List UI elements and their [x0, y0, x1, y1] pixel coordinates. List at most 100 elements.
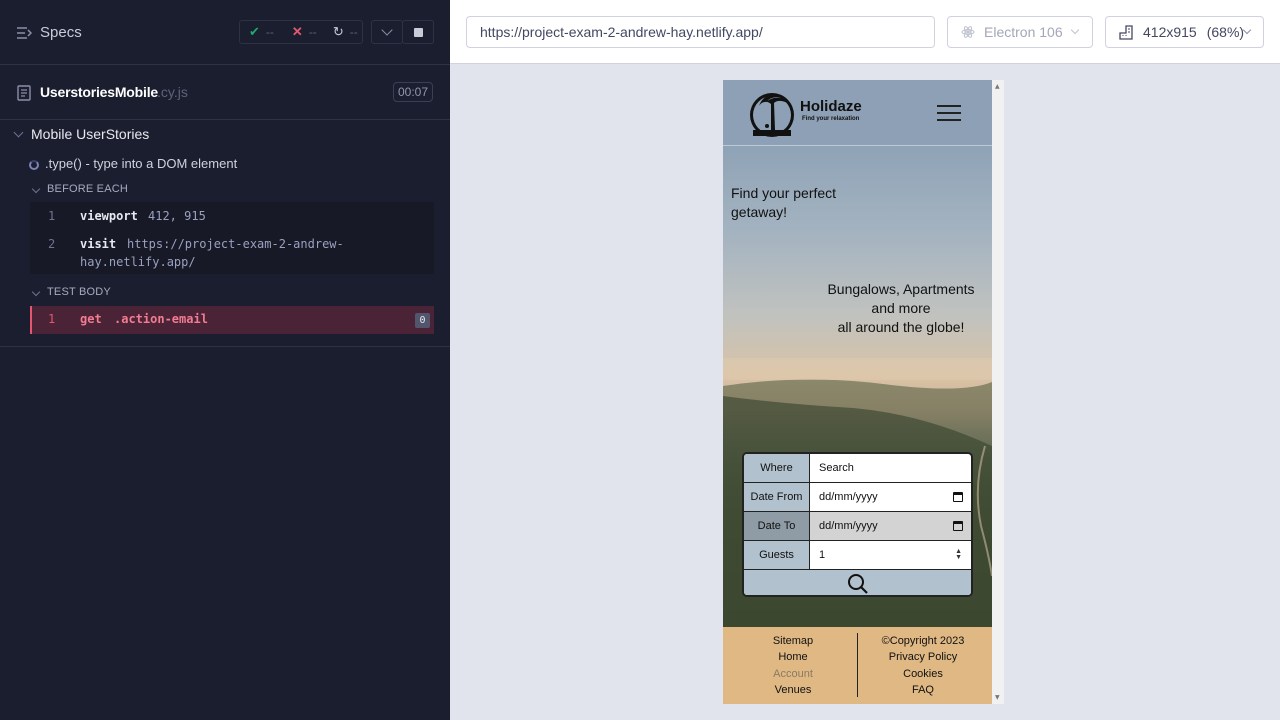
date-to-value: dd/mm/yyyy [819, 520, 878, 532]
command-number: 2 [48, 237, 56, 251]
palm-tree-logo-icon[interactable] [745, 86, 799, 140]
pending-stat: ↻ -- [332, 24, 358, 39]
command-message: .action-email [114, 312, 208, 326]
footer-link-sitemap[interactable]: Sitemap [753, 633, 833, 649]
command-name: get [80, 312, 102, 326]
date-to-input[interactable]: dd/mm/yyyy [810, 512, 971, 540]
hero-headline: Find your perfect getaway! [731, 185, 837, 220]
chevron-down-icon [381, 24, 393, 36]
footer-link-faq[interactable]: FAQ [868, 682, 978, 698]
failed-stat: ✕ -- [291, 24, 317, 39]
divider [0, 346, 450, 347]
document-icon [17, 85, 31, 101]
guests-row: Guests 1 ▲ ▼ [744, 541, 971, 570]
search-form: Where Search Date From dd/mm/yyyy Date T… [742, 452, 973, 597]
footer-left-column: Sitemap Home Account Venues [753, 633, 833, 698]
footer-link-account[interactable]: Account [753, 666, 833, 682]
test-stats: ✔ -- ✕ -- ↻ -- [239, 20, 363, 44]
date-from-label: Date From [744, 483, 810, 511]
specs-label[interactable]: Specs [40, 24, 82, 41]
command-name: visit [80, 237, 117, 251]
viewport-zoom: (68%) [1206, 24, 1245, 40]
guests-value: 1 [819, 549, 826, 561]
guests-input[interactable]: 1 ▲ ▼ [810, 541, 971, 569]
url-bar[interactable]: https://project-exam-2-andrew-hay.netlif… [466, 16, 935, 48]
site-footer: Sitemap Home Account Venues ©Copyright 2… [723, 627, 992, 704]
reporter-panel: Specs ✔ -- ✕ -- ↻ -- UserstoriesMobile .cy.… [0, 0, 450, 720]
before-each-commands: 1 viewport 412, 915 2 visit https://proj… [30, 202, 434, 274]
command-message: 412, 915 [148, 209, 206, 223]
where-row: Where Search [744, 454, 971, 483]
specs-list-icon[interactable] [16, 25, 32, 41]
command-number: 1 [48, 312, 56, 326]
command-message: https://project-exam-2-andrew- [127, 237, 344, 251]
where-input[interactable]: Search [810, 454, 971, 482]
calendar-icon[interactable] [953, 492, 963, 502]
passed-stat: ✔ -- [249, 24, 274, 39]
date-from-value: dd/mm/yyyy [819, 491, 878, 503]
element-count-badge: 0 [415, 313, 430, 328]
viewport-ruler-icon [1119, 25, 1133, 40]
running-spinner-icon [29, 160, 39, 170]
scroll-down-arrow-icon[interactable]: ▼ [995, 694, 1000, 701]
test-body-hook[interactable]: TEST BODY [47, 286, 111, 298]
footer-right-column: ©Copyright 2023 Privacy Policy Cookies F… [868, 633, 978, 698]
hamburger-menu-icon[interactable] [937, 105, 961, 121]
spec-name: UserstoriesMobile [40, 84, 158, 100]
footer-link-privacy[interactable]: Privacy Policy [868, 649, 978, 665]
hero-subheadline-line1: Bungalows, Apartments and more [827, 281, 975, 316]
guests-label: Guests [744, 541, 810, 569]
hero-subheadline: Bungalows, Apartments and more all aroun… [817, 280, 985, 337]
electron-icon [961, 26, 975, 38]
footer-link-venues[interactable]: Venues [753, 682, 833, 698]
spec-file-row: UserstoriesMobile .cy.js 00:07 [0, 65, 450, 120]
hero-subheadline-line2: all around the globe! [837, 319, 965, 335]
chevron-down-icon[interactable] [31, 287, 41, 297]
command-message: hay.netlify.app/ [80, 255, 196, 269]
date-from-input[interactable]: dd/mm/yyyy [810, 483, 971, 511]
footer-divider [857, 633, 858, 697]
chevron-down-icon[interactable] [13, 127, 24, 138]
x-icon: ✕ [291, 24, 303, 39]
app-scrollbar[interactable]: ▲ ▼ [992, 80, 1004, 704]
browser-selector[interactable]: Electron 106 [947, 16, 1093, 48]
magnifier-icon [847, 573, 868, 594]
copyright: ©Copyright 2023 [881, 635, 965, 647]
pending-icon: ↻ [332, 24, 344, 39]
aut-toolbar: https://project-exam-2-andrew-hay.netlif… [450, 0, 1280, 64]
command-row[interactable]: 2 visit https://project-exam-2-andrew- h… [30, 237, 434, 271]
command-row-failed[interactable]: 1 get .action-email [30, 306, 434, 334]
date-to-row: Date To dd/mm/yyyy [744, 512, 971, 541]
brand-tagline: Find your relaxation [802, 116, 860, 122]
footer-link-cookies[interactable]: Cookies [868, 666, 978, 682]
where-label: Where [744, 454, 810, 482]
test-title[interactable]: .type() - type into a DOM element [45, 156, 237, 171]
spec-extension: .cy.js [157, 84, 188, 100]
hero-section: Find your perfect getaway! Bungalows, Ap… [723, 146, 992, 627]
aut-panel: https://project-exam-2-andrew-hay.netlif… [450, 0, 1280, 720]
app-frame: Holidaze Find your relaxation Find your … [723, 80, 1004, 704]
stop-button[interactable] [402, 20, 434, 44]
scroll-up-arrow-icon[interactable]: ▲ [995, 83, 1000, 90]
viewport-info[interactable]: 412x915 (68%) [1105, 16, 1264, 48]
stop-icon [413, 27, 423, 37]
date-from-row: Date From dd/mm/yyyy [744, 483, 971, 512]
calendar-icon[interactable] [953, 521, 963, 531]
viewport-size: 412x915 [1143, 24, 1197, 40]
date-to-label: Date To [744, 512, 810, 540]
expand-collapse-button[interactable] [371, 20, 403, 44]
chevron-down-icon [1070, 25, 1080, 35]
duration-badge: 00:07 [393, 82, 433, 102]
chevron-down-icon[interactable] [31, 184, 41, 194]
browser-label: Electron 106 [984, 24, 1063, 40]
command-name: viewport [80, 209, 138, 223]
suite-title[interactable]: Mobile UserStories [31, 126, 149, 142]
site-header: Holidaze Find your relaxation [723, 80, 992, 146]
search-button[interactable] [744, 570, 971, 595]
footer-link-home[interactable]: Home [753, 649, 833, 665]
check-icon: ✔ [249, 24, 260, 39]
number-spinner-icon[interactable]: ▲ ▼ [955, 548, 962, 561]
before-each-hook[interactable]: BEFORE EACH [47, 183, 128, 195]
brand-name[interactable]: Holidaze [800, 98, 862, 115]
reporter-header: Specs ✔ -- ✕ -- ↻ -- [0, 0, 450, 65]
